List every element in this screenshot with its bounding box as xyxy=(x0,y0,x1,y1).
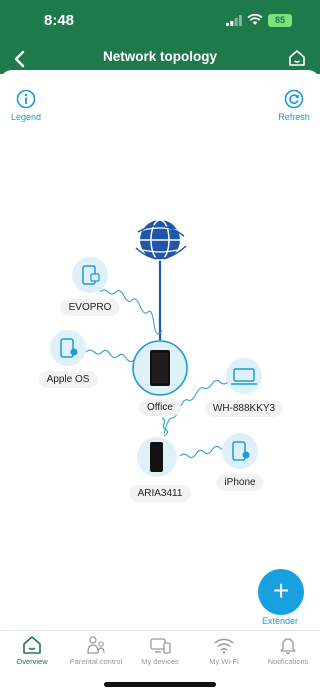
tab-my-devices[interactable]: My devices xyxy=(128,635,192,666)
extender-label: Extender xyxy=(262,616,299,626)
bell-icon xyxy=(280,638,296,655)
family-icon xyxy=(87,636,105,654)
extender-node-aria[interactable] xyxy=(137,437,177,477)
device-node-apple-os[interactable] xyxy=(50,330,86,366)
tab-notifications[interactable]: Notifications xyxy=(256,635,320,666)
devices-icon xyxy=(150,638,171,654)
tab-overview[interactable]: Overview xyxy=(0,635,64,666)
device-node-iphone[interactable] xyxy=(222,433,258,469)
plus-icon: + xyxy=(272,575,290,606)
tab-my-devices-label: My devices xyxy=(141,657,179,666)
node-label-aria: ARIA3411 xyxy=(129,485,191,502)
router-node-office[interactable] xyxy=(132,340,188,396)
tab-my-wifi[interactable]: My Wi-Fi xyxy=(192,635,256,666)
tab-notifications-label: Notifications xyxy=(267,657,309,666)
tab-parental-control-label: Parental control xyxy=(69,657,123,666)
wireless-link-apple-os xyxy=(85,349,135,363)
tab-parental-control[interactable]: Parental control xyxy=(64,635,128,666)
internet-globe-icon[interactable] xyxy=(135,219,187,261)
node-label-evopro: EVOPRO xyxy=(60,299,120,316)
node-label-office: Office xyxy=(139,399,181,416)
tab-overview-label: Overview xyxy=(16,657,48,666)
mesh-link-aria xyxy=(161,417,169,437)
home-tab-icon xyxy=(23,636,41,654)
tab-my-wifi-label: My Wi-Fi xyxy=(209,657,239,666)
home-indicator xyxy=(104,682,216,687)
node-label-iphone: iPhone xyxy=(216,474,264,491)
node-label-wh: WH-888KKY3 xyxy=(204,400,284,417)
device-node-wh[interactable] xyxy=(226,358,262,394)
add-extender-button[interactable]: + xyxy=(258,569,304,615)
device-node-evopro[interactable] xyxy=(72,257,108,293)
wifi-icon xyxy=(214,638,234,654)
node-label-apple-os: Apple OS xyxy=(38,371,98,388)
